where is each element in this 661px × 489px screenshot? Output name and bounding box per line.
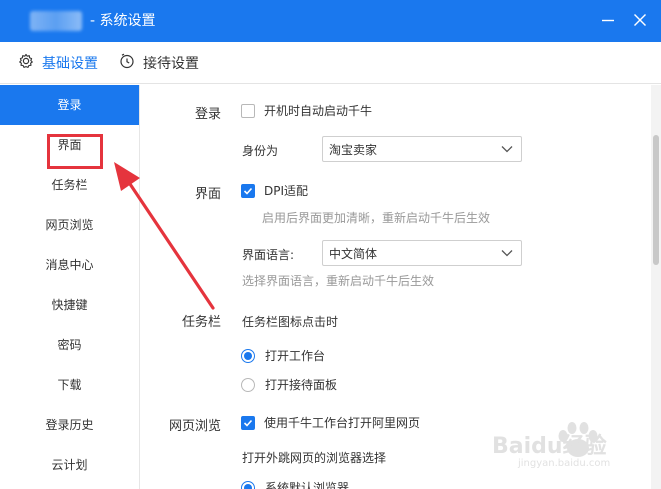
baidu-watermark: Baidu经验 jingyan.baidu.com: [488, 418, 648, 478]
section-label-login: 登录: [194, 107, 221, 122]
taskbar-option-workbench-label: 打开工作台: [265, 349, 326, 363]
autostart-checkbox[interactable]: [241, 103, 255, 118]
section-label-interface: 界面: [194, 187, 221, 202]
clock-icon: [119, 53, 143, 73]
watermark-brand: Baidu经验: [492, 434, 607, 459]
sidebar-item-password[interactable]: 密码: [0, 325, 139, 365]
scrollbar-thumb[interactable]: [653, 135, 659, 265]
taskbar-option-workbench[interactable]: 打开工作台: [241, 347, 325, 364]
sidebar-item-taskbar[interactable]: 任务栏: [0, 165, 139, 205]
sidebar-item-login-history[interactable]: 登录历史: [0, 405, 139, 445]
browser-option-default-label: 系统默认浏览器: [265, 481, 350, 489]
taskbar-option-reception[interactable]: 打开接待面板: [241, 376, 337, 393]
sidebar-item-cloud-plan[interactable]: 云计划: [0, 445, 139, 485]
sidebar-item-download[interactable]: 下载: [0, 365, 139, 405]
dpi-label: DPI适配: [264, 184, 309, 198]
tab-reception-settings-label: 接待设置: [143, 56, 199, 72]
check-icon: [243, 419, 253, 427]
dpi-hint: 启用后界面更加清晰，重新启动千牛后生效: [262, 211, 491, 225]
sidebar-item-web-browsing[interactable]: 网页浏览: [0, 205, 139, 245]
identity-value: 淘宝卖家: [329, 142, 378, 157]
minimize-icon[interactable]: [596, 8, 620, 32]
gear-icon: [18, 53, 42, 73]
language-select[interactable]: 中文简体: [322, 240, 522, 266]
content-scrollbar[interactable]: [651, 85, 661, 489]
browser-option-default[interactable]: 系统默认浏览器: [241, 479, 349, 489]
use-workbench-option[interactable]: 使用千牛工作台打开阿里网页: [241, 414, 420, 431]
browser-choice-subtitle: 打开外跳网页的浏览器选择: [242, 451, 387, 465]
dpi-checkbox[interactable]: [241, 183, 255, 198]
window-title: - 系统设置: [90, 13, 156, 29]
radio-default-browser[interactable]: [241, 480, 255, 489]
blurred-app-name: [30, 11, 82, 31]
section-label-taskbar: 任务栏: [181, 315, 221, 330]
identity-label: 身份为: [242, 144, 279, 158]
radio-reception[interactable]: [241, 377, 255, 392]
use-workbench-label: 使用千牛工作台打开阿里网页: [264, 416, 421, 430]
annotation-highlight-box: [47, 134, 103, 169]
autostart-label: 开机时自动启动千牛: [264, 104, 373, 118]
check-icon: [243, 187, 253, 195]
language-value: 中文简体: [329, 246, 378, 261]
chevron-down-icon: [501, 250, 513, 257]
chevron-down-icon: [501, 146, 513, 153]
section-label-web-browsing: 网页浏览: [168, 419, 221, 434]
close-icon[interactable]: [628, 8, 652, 32]
language-label: 界面语言:: [242, 248, 295, 262]
language-hint: 选择界面语言，重新启动千牛后生效: [242, 274, 435, 288]
sidebar-item-shortcuts[interactable]: 快捷键: [0, 285, 139, 325]
autostart-option[interactable]: 开机时自动启动千牛: [241, 102, 372, 119]
tab-basic-settings-label: 基础设置: [42, 56, 98, 72]
radio-workbench[interactable]: [241, 348, 255, 363]
dpi-option[interactable]: DPI适配: [241, 182, 308, 199]
tab-reception-settings[interactable]: 接待设置: [119, 42, 199, 84]
title-bar: - 系统设置: [0, 0, 661, 42]
watermark-url: jingyan.baidu.com: [518, 458, 611, 469]
identity-select[interactable]: 淘宝卖家: [322, 136, 522, 162]
settings-tabbar: 基础设置 接待设置: [0, 42, 661, 84]
tab-basic-settings[interactable]: 基础设置: [18, 42, 98, 84]
taskbar-option-reception-label: 打开接待面板: [265, 378, 338, 392]
use-workbench-checkbox[interactable]: [241, 415, 255, 430]
sidebar-item-message-center[interactable]: 消息中心: [0, 245, 139, 285]
sidebar-item-login[interactable]: 登录: [0, 85, 139, 125]
taskbar-subtitle: 任务栏图标点击时: [242, 315, 339, 329]
